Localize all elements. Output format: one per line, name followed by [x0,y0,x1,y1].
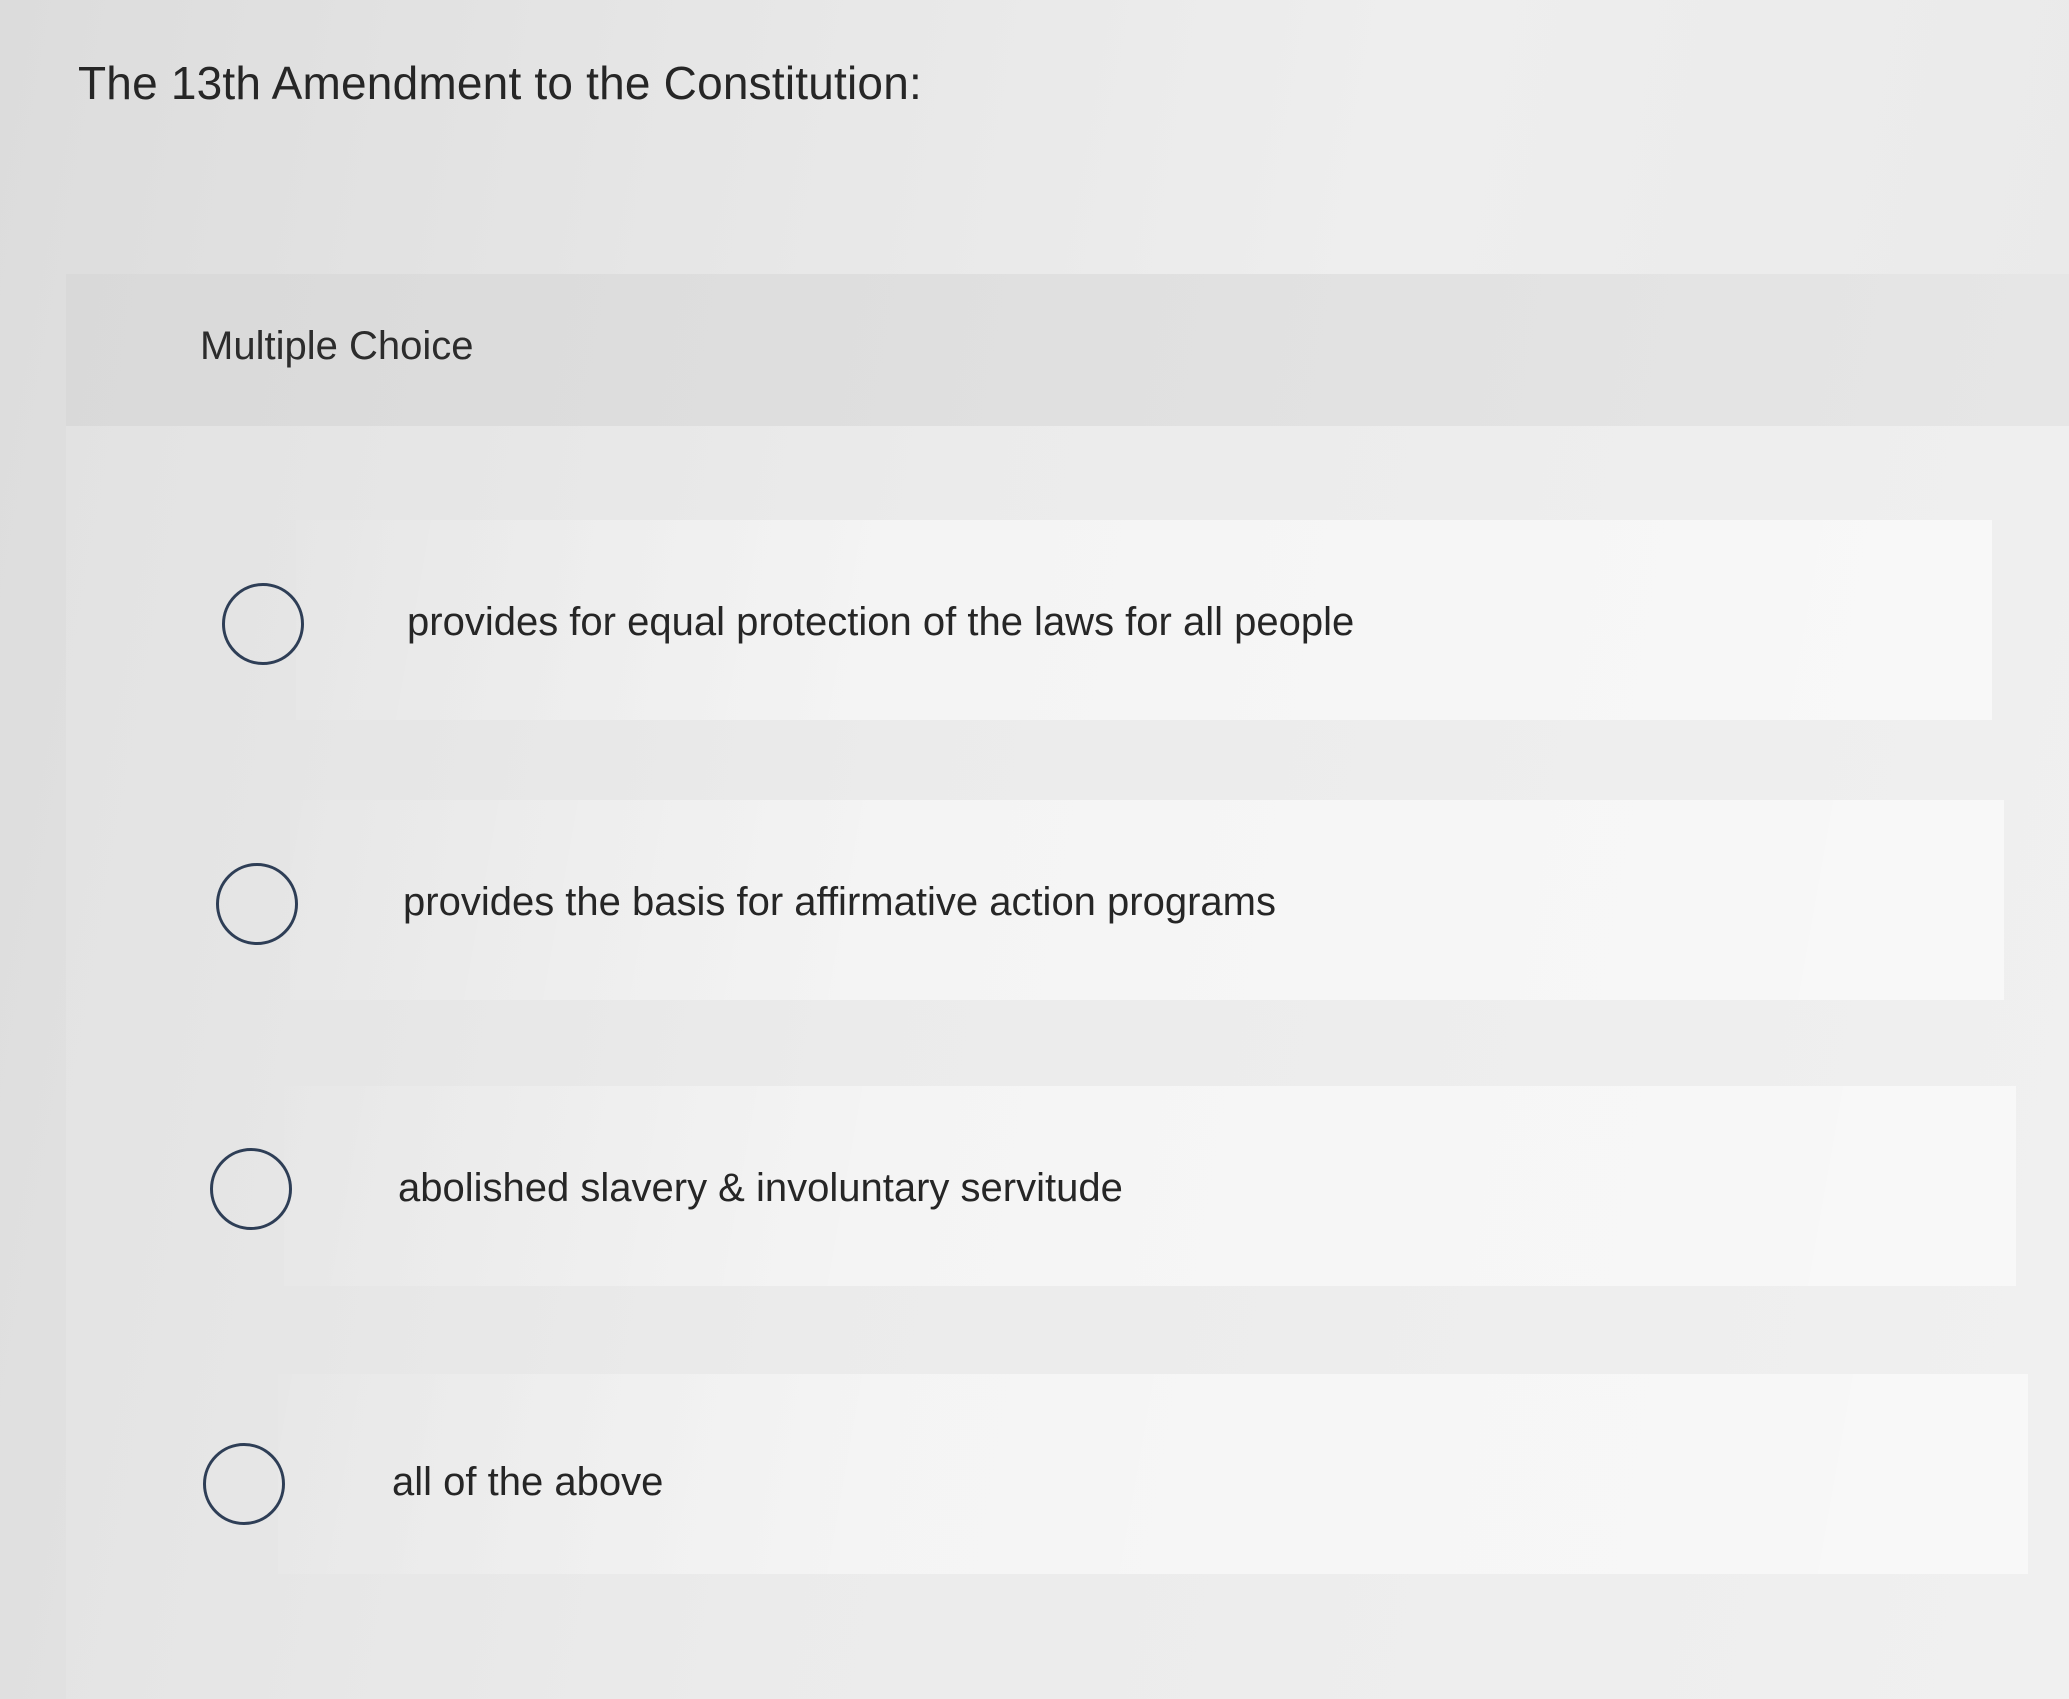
answer-option-3-label: abolished slavery & involuntary servitud… [398,1166,1123,1210]
question-type-label: Multiple Choice [200,324,474,368]
panel-header: Multiple Choice [66,274,2069,426]
radio-button-option-1[interactable] [222,583,304,665]
radio-button-option-3[interactable] [210,1148,292,1230]
answer-option-2-label: provides the basis for affirmative actio… [403,880,1276,924]
radio-button-option-4[interactable] [203,1443,285,1525]
answer-option-1-label: provides for equal protection of the law… [407,600,1355,644]
radio-button-option-2[interactable] [216,863,298,945]
answer-option-4-label: all of the above [392,1460,664,1504]
question-text: The 13th Amendment to the Constitution: [78,57,922,109]
